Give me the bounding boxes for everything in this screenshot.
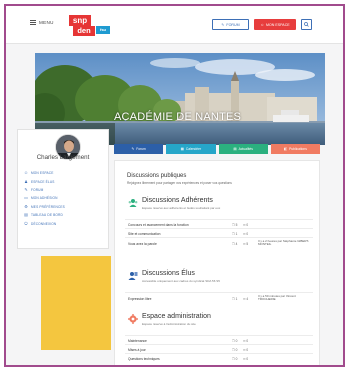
topics-icon: ❐ xyxy=(232,356,235,361)
logout-icon: ⏻ xyxy=(24,220,28,226)
nav-item-forum[interactable]: ✎ FORUM xyxy=(24,186,65,194)
group-icon xyxy=(128,199,138,207)
promo-block xyxy=(41,256,111,350)
elus-icon xyxy=(128,272,138,280)
page-frame: MENU snp den fsu ✎ FORUM ☺ MON ESPACE AC… xyxy=(4,4,345,367)
nav-item-mon-espace[interactable]: ☺ MON ESPACE xyxy=(24,169,65,177)
tab-forum[interactable]: ✎ Forum xyxy=(114,144,164,154)
forum-section-elus: Discussions Élus Accessible uniquement a… xyxy=(125,268,313,304)
tab-actualites[interactable]: ▤ Actualités xyxy=(218,144,268,154)
users-icon: ♟ xyxy=(24,178,28,184)
forum-row[interactable]: Mises à jour ❐ 0 ✉ 0 xyxy=(125,344,313,353)
document-icon: ◧ xyxy=(283,147,288,151)
topics-icon: ❐ xyxy=(232,297,235,301)
search-button[interactable] xyxy=(301,19,312,30)
menu-button[interactable]: MENU xyxy=(30,20,54,25)
nav-item-deconnexion[interactable]: ⏻ DÉCONNEXION xyxy=(24,219,65,227)
forum-section-administration: Espace administration Espace réservé à l… xyxy=(125,311,313,362)
section-header[interactable]: Espace administration Espace réservé à l… xyxy=(125,311,313,329)
forum-button[interactable]: ✎ FORUM xyxy=(212,19,249,30)
forum-row[interactable]: Expression libre ❐ 1 ✉ 4 Il y a 50 minut… xyxy=(125,292,313,304)
news-icon: ▤ xyxy=(233,147,237,151)
section-subtitle: Accessible uniquement aux cadres du synd… xyxy=(142,279,220,283)
section-subtitle: Espace réservé à l'administration du sit… xyxy=(142,322,196,326)
section-title: Discussions Élus xyxy=(142,270,195,277)
forum-row[interactable]: Concours et avancement dans la fonction … xyxy=(125,219,313,228)
forum-row[interactable]: Site et communication ❐ 1 ✉ 0 xyxy=(125,228,313,237)
last-post-info[interactable]: Il y a 50 minutes par Vincent TROCHERIE xyxy=(258,294,313,302)
topics-icon: ❐ xyxy=(232,242,235,246)
chat-icon: ✎ xyxy=(131,147,135,151)
forum-row[interactable]: Maintenance ❐ 0 ✉ 0 xyxy=(125,335,313,344)
topics-icon: ❐ xyxy=(232,338,235,343)
tab-publications[interactable]: ◧ Publications xyxy=(270,144,320,154)
section-tabs: ✎ Forum ▦ Calendrier ▤ Actualités ◧ Publ… xyxy=(114,144,320,154)
chat-icon: ✎ xyxy=(221,22,225,27)
forum-panel: Discussions publiques Rejoignez libremen… xyxy=(114,160,320,365)
mon-espace-button[interactable]: ☺ MON ESPACE xyxy=(254,19,296,30)
profile-card: Charles Largement ☺ MON ESPACE ♟ ESPACE … xyxy=(17,129,109,249)
menu-label: MENU xyxy=(39,20,54,25)
settings-icon: ⚙ xyxy=(24,203,28,209)
card-icon: ▭ xyxy=(24,195,28,201)
section-title: Discussions Adhérents xyxy=(142,197,213,204)
hamburger-icon xyxy=(30,20,36,25)
topics-icon: ❐ xyxy=(232,347,235,352)
section-header[interactable]: Discussions Adhérents Espace réservé aux… xyxy=(125,195,313,213)
profile-nav: ☺ MON ESPACE ♟ ESPACE ÉLUS ✎ FORUM ▭ MON… xyxy=(24,169,65,228)
forum-section-adherents: Discussions Adhérents Espace réservé aux… xyxy=(125,195,313,249)
nav-item-espace-elus[interactable]: ♟ ESPACE ÉLUS xyxy=(24,177,65,185)
forum-subtitle: Rejoignez librement pour partager vos ex… xyxy=(127,181,232,185)
forum-title: Discussions publiques xyxy=(127,173,187,179)
admin-gear-icon xyxy=(128,314,138,324)
topics-icon: ❐ xyxy=(232,231,235,236)
nav-item-mes-preferences[interactable]: ⚙ MES PRÉFÉRENCES xyxy=(24,203,65,211)
site-logo[interactable]: snp den fsu xyxy=(69,15,113,37)
last-post-info[interactable]: Il y a 2 heures par Stéphanie GIBERT-MON… xyxy=(258,239,313,247)
dashboard-icon: ▤ xyxy=(24,212,28,218)
user-icon: ☺ xyxy=(260,22,264,27)
tab-calendrier[interactable]: ▦ Calendrier xyxy=(166,144,216,154)
user-icon: ☺ xyxy=(24,170,29,176)
topics-icon: ❐ xyxy=(232,222,235,227)
top-header: MENU snp den fsu ✎ FORUM ☺ MON ESPACE xyxy=(6,6,343,44)
forum-row[interactable]: Vous avez la parole ❐ 4 ✉ 5 Il y a 2 heu… xyxy=(125,237,313,249)
nav-item-mon-adhesion[interactable]: ▭ MON ADHÉSION xyxy=(24,194,65,202)
profile-name: Charles Largement xyxy=(36,154,90,161)
chat-icon: ✎ xyxy=(24,186,28,192)
search-icon xyxy=(304,22,309,27)
section-header[interactable]: Discussions Élus Accessible uniquement a… xyxy=(125,268,313,286)
calendar-icon: ▦ xyxy=(180,147,184,151)
section-title: Espace administration xyxy=(142,313,211,320)
nav-item-tableau-de-bord[interactable]: ▤ TABLEAU DE BORD xyxy=(24,211,65,219)
forum-row[interactable]: Questions techniques ❐ 0 ✉ 0 xyxy=(125,353,313,362)
banner-title: ACADÉMIE DE NANTES xyxy=(114,111,242,123)
section-subtitle: Espace réservé aux adhérents et Gélés so… xyxy=(142,206,221,210)
